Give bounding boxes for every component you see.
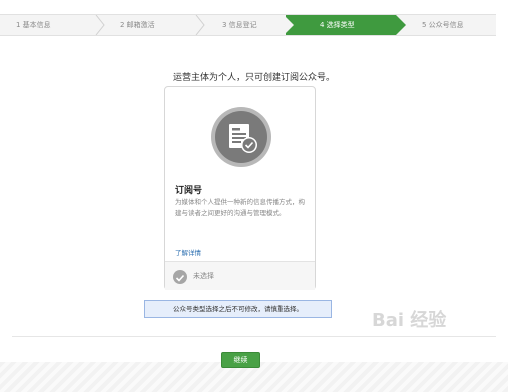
step-basic-info: 1 基本信息 — [0, 15, 100, 35]
step-label: 4 选择类型 — [320, 21, 355, 29]
page-headline: 运营主体为个人，只可创建订阅公众号。 — [172, 73, 335, 83]
step-progress-bar: 1 基本信息 2 邮箱激活 3 信息登记 4 选择类型 5 公众号信息 — [0, 14, 496, 36]
step-select-type: 4 选择类型 — [286, 15, 396, 35]
subscription-account-card[interactable]: 订阅号 为媒体和个人提供一种新的信息传播方式，构建与读者之间更好的沟通与管理模式… — [164, 86, 316, 290]
card-footer[interactable]: 未选择 — [165, 261, 315, 290]
step-label: 5 公众号信息 — [422, 21, 464, 29]
card-description: 为媒体和个人提供一种新的信息传播方式，构建与读者之间更好的沟通与管理模式。 — [175, 198, 305, 217]
icon-circle — [215, 111, 267, 163]
selection-status: 未选择 — [193, 272, 214, 280]
step-email-activation: 2 邮箱激活 — [104, 15, 204, 35]
divider — [12, 336, 496, 337]
watermark-logo: Bai 经验 — [372, 310, 447, 331]
step-label: 2 邮箱激活 — [120, 21, 155, 29]
step-info-registration: 3 信息登记 — [206, 15, 292, 35]
card-title: 订阅号 — [175, 186, 203, 196]
chevron-separator-icon — [195, 15, 205, 35]
chevron-separator-icon — [396, 15, 406, 35]
document-check-icon — [229, 124, 257, 153]
select-check-icon[interactable] — [173, 270, 187, 284]
learn-more-link[interactable]: 了解详情 — [175, 247, 201, 257]
warning-notice: 公众号类型选择之后不可修改，请慎重选择。 — [144, 300, 332, 318]
step-label: 1 基本信息 — [16, 21, 51, 29]
continue-button[interactable]: 继续 — [221, 352, 260, 368]
step-label: 3 信息登记 — [222, 21, 257, 29]
step-account-info: 5 公众号信息 — [408, 15, 496, 35]
chevron-separator-icon — [284, 15, 294, 35]
